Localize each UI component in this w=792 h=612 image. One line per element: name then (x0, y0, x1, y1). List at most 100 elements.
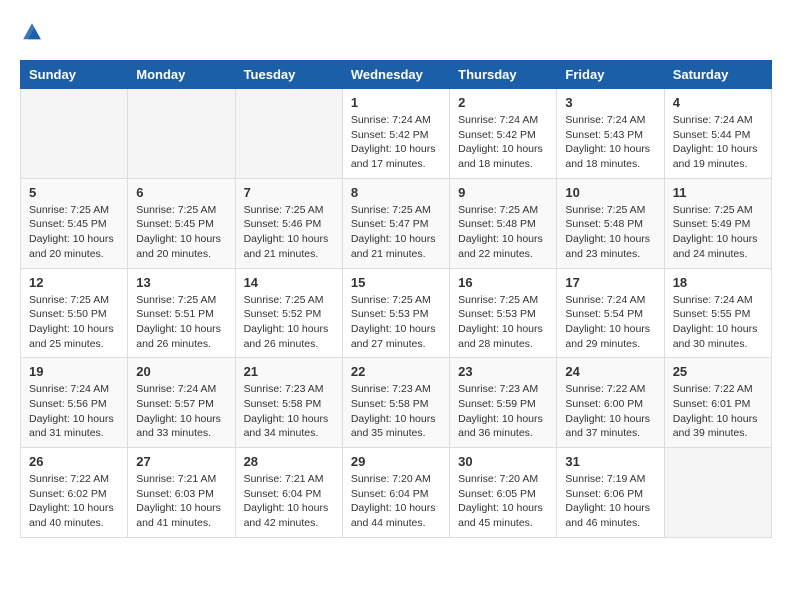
calendar-day-cell: 6 Sunrise: 7:25 AMSunset: 5:45 PMDaylight… (128, 178, 235, 268)
day-info: Sunrise: 7:24 AMSunset: 5:42 PMDaylight:… (458, 113, 548, 172)
day-number: 23 (458, 364, 548, 379)
calendar-week-row: 1 Sunrise: 7:24 AMSunset: 5:42 PMDaylight… (21, 89, 772, 179)
calendar-day-cell (664, 448, 771, 538)
calendar-week-row: 5 Sunrise: 7:25 AMSunset: 5:45 PMDaylight… (21, 178, 772, 268)
calendar-day-cell: 16 Sunrise: 7:25 AMSunset: 5:53 PMDayligh… (450, 268, 557, 358)
calendar-day-cell: 29 Sunrise: 7:20 AMSunset: 6:04 PMDayligh… (342, 448, 449, 538)
calendar-day-cell: 18 Sunrise: 7:24 AMSunset: 5:55 PMDayligh… (664, 268, 771, 358)
day-info: Sunrise: 7:25 AMSunset: 5:47 PMDaylight:… (351, 203, 441, 262)
calendar-week-row: 26 Sunrise: 7:22 AMSunset: 6:02 PMDayligh… (21, 448, 772, 538)
day-info: Sunrise: 7:25 AMSunset: 5:51 PMDaylight:… (136, 293, 226, 352)
day-number: 7 (244, 185, 334, 200)
day-number: 17 (565, 275, 655, 290)
day-of-week-header: Wednesday (342, 61, 449, 89)
day-number: 10 (565, 185, 655, 200)
day-info: Sunrise: 7:25 AMSunset: 5:50 PMDaylight:… (29, 293, 119, 352)
calendar-day-cell: 15 Sunrise: 7:25 AMSunset: 5:53 PMDayligh… (342, 268, 449, 358)
day-number: 15 (351, 275, 441, 290)
calendar-day-cell: 2 Sunrise: 7:24 AMSunset: 5:42 PMDaylight… (450, 89, 557, 179)
calendar-day-cell (235, 89, 342, 179)
day-number: 29 (351, 454, 441, 469)
day-number: 16 (458, 275, 548, 290)
day-info: Sunrise: 7:25 AMSunset: 5:45 PMDaylight:… (136, 203, 226, 262)
day-info: Sunrise: 7:25 AMSunset: 5:46 PMDaylight:… (244, 203, 334, 262)
day-number: 6 (136, 185, 226, 200)
day-number: 11 (673, 185, 763, 200)
day-of-week-header: Monday (128, 61, 235, 89)
day-of-week-header: Thursday (450, 61, 557, 89)
day-number: 1 (351, 95, 441, 110)
calendar-day-cell: 24 Sunrise: 7:22 AMSunset: 6:00 PMDayligh… (557, 358, 664, 448)
day-number: 13 (136, 275, 226, 290)
day-info: Sunrise: 7:24 AMSunset: 5:54 PMDaylight:… (565, 293, 655, 352)
day-info: Sunrise: 7:24 AMSunset: 5:57 PMDaylight:… (136, 382, 226, 441)
calendar-day-cell: 4 Sunrise: 7:24 AMSunset: 5:44 PMDaylight… (664, 89, 771, 179)
day-info: Sunrise: 7:22 AMSunset: 6:02 PMDaylight:… (29, 472, 119, 531)
day-info: Sunrise: 7:24 AMSunset: 5:55 PMDaylight:… (673, 293, 763, 352)
day-info: Sunrise: 7:24 AMSunset: 5:56 PMDaylight:… (29, 382, 119, 441)
calendar-day-cell: 19 Sunrise: 7:24 AMSunset: 5:56 PMDayligh… (21, 358, 128, 448)
day-number: 9 (458, 185, 548, 200)
calendar-day-cell: 10 Sunrise: 7:25 AMSunset: 5:48 PMDayligh… (557, 178, 664, 268)
day-info: Sunrise: 7:24 AMSunset: 5:44 PMDaylight:… (673, 113, 763, 172)
calendar-week-row: 19 Sunrise: 7:24 AMSunset: 5:56 PMDayligh… (21, 358, 772, 448)
calendar-day-cell: 31 Sunrise: 7:19 AMSunset: 6:06 PMDayligh… (557, 448, 664, 538)
day-number: 31 (565, 454, 655, 469)
day-info: Sunrise: 7:21 AMSunset: 6:03 PMDaylight:… (136, 472, 226, 531)
calendar-day-cell: 8 Sunrise: 7:25 AMSunset: 5:47 PMDaylight… (342, 178, 449, 268)
calendar-day-cell: 22 Sunrise: 7:23 AMSunset: 5:58 PMDayligh… (342, 358, 449, 448)
day-number: 12 (29, 275, 119, 290)
day-number: 5 (29, 185, 119, 200)
day-number: 22 (351, 364, 441, 379)
day-number: 3 (565, 95, 655, 110)
day-info: Sunrise: 7:25 AMSunset: 5:53 PMDaylight:… (458, 293, 548, 352)
day-number: 21 (244, 364, 334, 379)
day-info: Sunrise: 7:23 AMSunset: 5:58 PMDaylight:… (244, 382, 334, 441)
day-info: Sunrise: 7:25 AMSunset: 5:48 PMDaylight:… (458, 203, 548, 262)
day-info: Sunrise: 7:25 AMSunset: 5:48 PMDaylight:… (565, 203, 655, 262)
calendar-day-cell: 11Sunrise: 7:25 AMSunset: 5:49 PMDayligh… (664, 178, 771, 268)
calendar-body: 1 Sunrise: 7:24 AMSunset: 5:42 PMDaylight… (21, 89, 772, 538)
day-info: Sunrise: 7:19 AMSunset: 6:06 PMDaylight:… (565, 472, 655, 531)
day-of-week-header: Sunday (21, 61, 128, 89)
calendar-day-cell: 5 Sunrise: 7:25 AMSunset: 5:45 PMDaylight… (21, 178, 128, 268)
day-of-week-header: Saturday (664, 61, 771, 89)
calendar-day-cell: 13 Sunrise: 7:25 AMSunset: 5:51 PMDayligh… (128, 268, 235, 358)
day-info: Sunrise: 7:24 AMSunset: 5:42 PMDaylight:… (351, 113, 441, 172)
calendar-day-cell: 12 Sunrise: 7:25 AMSunset: 5:50 PMDayligh… (21, 268, 128, 358)
day-number: 20 (136, 364, 226, 379)
calendar-day-cell: 28Sunrise: 7:21 AMSunset: 6:04 PMDayligh… (235, 448, 342, 538)
page-header (20, 20, 772, 44)
day-number: 24 (565, 364, 655, 379)
day-number: 2 (458, 95, 548, 110)
day-info: Sunrise: 7:22 AMSunset: 6:00 PMDaylight:… (565, 382, 655, 441)
day-info: Sunrise: 7:22 AMSunset: 6:01 PMDaylight:… (673, 382, 763, 441)
calendar-day-cell: 1 Sunrise: 7:24 AMSunset: 5:42 PMDaylight… (342, 89, 449, 179)
day-number: 8 (351, 185, 441, 200)
calendar-day-cell: 20 Sunrise: 7:24 AMSunset: 5:57 PMDayligh… (128, 358, 235, 448)
day-info: Sunrise: 7:23 AMSunset: 5:58 PMDaylight:… (351, 382, 441, 441)
calendar-day-cell: 17 Sunrise: 7:24 AMSunset: 5:54 PMDayligh… (557, 268, 664, 358)
day-number: 18 (673, 275, 763, 290)
day-number: 25 (673, 364, 763, 379)
calendar-header-row: SundayMondayTuesdayWednesdayThursdayFrid… (21, 61, 772, 89)
calendar-day-cell: 23Sunrise: 7:23 AMSunset: 5:59 PMDayligh… (450, 358, 557, 448)
day-of-week-header: Friday (557, 61, 664, 89)
day-number: 26 (29, 454, 119, 469)
day-number: 30 (458, 454, 548, 469)
day-number: 19 (29, 364, 119, 379)
calendar-day-cell: 9 Sunrise: 7:25 AMSunset: 5:48 PMDaylight… (450, 178, 557, 268)
day-info: Sunrise: 7:25 AMSunset: 5:45 PMDaylight:… (29, 203, 119, 262)
calendar-day-cell: 3 Sunrise: 7:24 AMSunset: 5:43 PMDaylight… (557, 89, 664, 179)
day-info: Sunrise: 7:24 AMSunset: 5:43 PMDaylight:… (565, 113, 655, 172)
calendar-day-cell (21, 89, 128, 179)
calendar-day-cell: 27Sunrise: 7:21 AMSunset: 6:03 PMDayligh… (128, 448, 235, 538)
calendar-day-cell: 7 Sunrise: 7:25 AMSunset: 5:46 PMDaylight… (235, 178, 342, 268)
calendar-day-cell: 25 Sunrise: 7:22 AMSunset: 6:01 PMDayligh… (664, 358, 771, 448)
calendar-day-cell: 21 Sunrise: 7:23 AMSunset: 5:58 PMDayligh… (235, 358, 342, 448)
day-info: Sunrise: 7:25 AMSunset: 5:53 PMDaylight:… (351, 293, 441, 352)
calendar-day-cell: 14Sunrise: 7:25 AMSunset: 5:52 PMDayligh… (235, 268, 342, 358)
day-number: 4 (673, 95, 763, 110)
calendar-week-row: 12 Sunrise: 7:25 AMSunset: 5:50 PMDayligh… (21, 268, 772, 358)
day-info: Sunrise: 7:20 AMSunset: 6:04 PMDaylight:… (351, 472, 441, 531)
